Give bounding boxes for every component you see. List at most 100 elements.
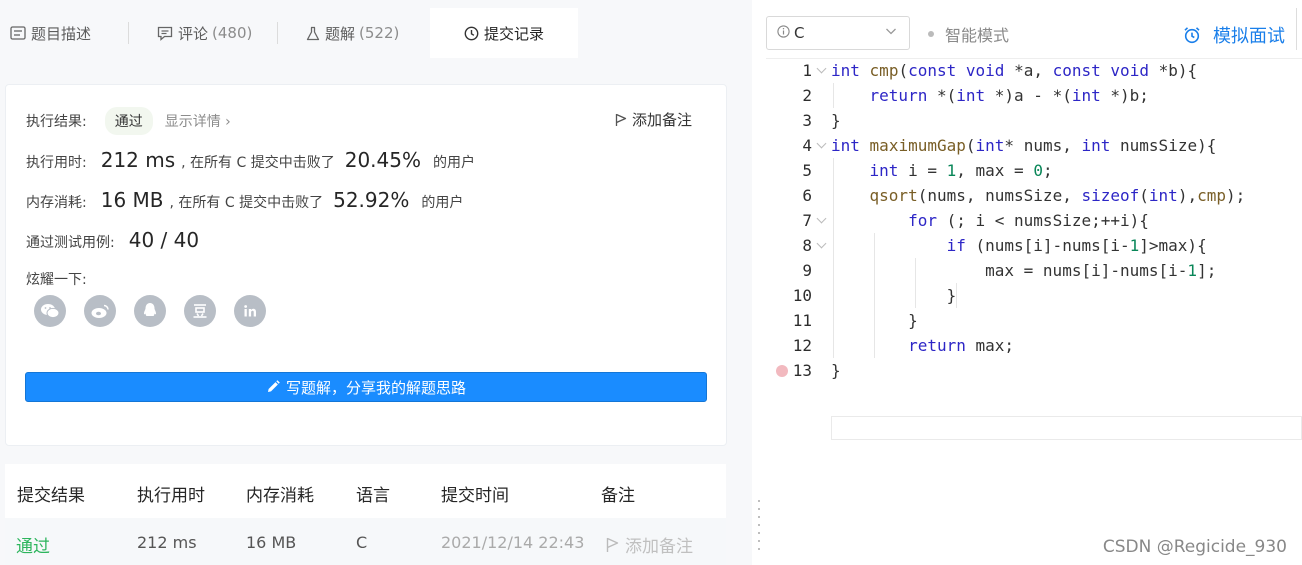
code-text: if (nums[i]-nums[i-1]>max){ — [946, 236, 1207, 255]
submission-language: C — [356, 533, 368, 552]
share-label: 炫耀一下: — [26, 272, 87, 288]
language-value: C — [794, 24, 805, 42]
write-solution-label: 写题解，分享我的解题思路 — [285, 378, 466, 397]
smart-mode-toggle[interactable]: 智能模式 — [928, 22, 1009, 46]
clock-icon — [464, 26, 479, 41]
watermark: CSDN @Regicide_930 — [1102, 537, 1287, 557]
testcases-label: 通过测试用例: — [26, 235, 115, 251]
runtime-row: 执行用时: 212 ms , 在所有 C 提交中击败了 20.45% 的用户 — [26, 148, 475, 172]
memory-percent: 52.92% — [333, 188, 410, 212]
weibo-icon[interactable] — [84, 295, 116, 327]
douban-icon[interactable] — [184, 295, 216, 327]
tab-label: 题目描述 — [31, 24, 92, 43]
line-number: 5 — [802, 161, 812, 180]
memory-text: , 在所有 C 提交中击败了 — [169, 195, 324, 211]
submission-add-note-button[interactable]: 添加备注 — [606, 532, 693, 557]
tab-comments[interactable]: 评论 (480) — [157, 8, 277, 58]
line-number: 8 — [802, 236, 812, 255]
tab-submissions[interactable]: 提交记录 — [430, 8, 578, 58]
column-header: 执行用时 — [137, 486, 205, 506]
code-line: 12 return max; — [766, 333, 1302, 358]
write-solution-button[interactable]: 写题解，分享我的解题思路 — [25, 372, 707, 402]
code-text: } — [831, 311, 918, 330]
description-icon — [10, 26, 26, 40]
line-number: 3 — [802, 111, 812, 130]
tab-description[interactable]: 题目描述 — [10, 8, 128, 58]
line-number: 13 — [792, 361, 812, 380]
code-text: } — [831, 286, 957, 305]
tab-count: (480) — [212, 24, 253, 42]
flag-icon — [606, 537, 619, 552]
column-header: 语言 — [356, 486, 390, 506]
runtime-label: 执行用时: — [26, 155, 87, 171]
pencil-icon — [267, 380, 280, 392]
line-number: 12 — [792, 336, 812, 355]
testcases-value: 40 / 40 — [128, 228, 200, 252]
column-header: 提交结果 — [17, 486, 85, 506]
tab-solutions[interactable]: 题解 (522) — [306, 8, 426, 58]
result-card: 执行结果: 通过 显示详情 › 添加备注 执行用时: 212 ms , 在所有 … — [5, 84, 727, 446]
fold-icon[interactable] — [816, 238, 827, 249]
smart-mode-label: 智能模式 — [945, 26, 1010, 45]
linkedin-icon[interactable] — [234, 295, 266, 327]
status-row: 执行结果: 通过 显示详情 › — [26, 107, 231, 135]
fold-icon[interactable] — [816, 63, 827, 74]
editor-toolbar: C 智能模式 模拟面试 — [766, 0, 1302, 59]
active-line-highlight — [831, 416, 1302, 440]
handle-dot — [758, 516, 760, 518]
wechat-icon[interactable] — [34, 295, 66, 327]
submission-result-link[interactable]: 通过 — [16, 532, 50, 557]
memory-row: 内存消耗: 16 MB , 在所有 C 提交中击败了 52.92% 的用户 — [26, 188, 463, 212]
pane-resize-handle[interactable] — [752, 0, 766, 565]
line-number: 9 — [802, 261, 812, 280]
left-pane: 题目描述 评论 (480) 题解 (522) 提交记录 执行结果: 通过 显示详… — [0, 0, 752, 565]
submission-runtime: 212 ms — [137, 533, 197, 552]
show-details-link[interactable]: 显示详情 › — [165, 111, 231, 131]
code-text: qsort(nums, numsSize, sizeof(int),cmp); — [869, 186, 1246, 205]
testcases-row: 通过测试用例: 40 / 40 — [26, 228, 199, 252]
handle-dot — [758, 500, 760, 502]
memory-suffix: 的用户 — [421, 195, 464, 211]
submission-note-label: 添加备注 — [625, 537, 693, 557]
tab-label: 题解 — [325, 24, 356, 43]
tab-label: 评论 — [178, 24, 209, 43]
line-number: 1 — [802, 61, 812, 80]
memory-label: 内存消耗: — [26, 195, 87, 211]
toolbar-edge — [1296, 8, 1297, 50]
table-row[interactable]: 通过 212 ms 16 MB C 2021/12/14 22:43 添加备注 — [5, 518, 726, 565]
line-number: 7 — [802, 211, 812, 230]
line-number: 10 — [792, 286, 812, 305]
column-header: 备注 — [601, 486, 635, 506]
editor-pane: C 智能模式 模拟面试 1 int cmp(const void *a, con… — [766, 0, 1302, 565]
fold-icon[interactable] — [816, 213, 827, 224]
tab-divider — [277, 22, 278, 44]
runtime-suffix: 的用户 — [433, 155, 475, 171]
add-note-label: 添加备注 — [631, 111, 692, 129]
comment-icon — [157, 26, 173, 41]
code-text: return max; — [908, 336, 1015, 355]
code-editor[interactable]: 1 int cmp(const void *a, const void *b){… — [766, 58, 1302, 565]
handle-dot — [758, 548, 760, 550]
column-header: 提交时间 — [441, 486, 509, 506]
line-number: 2 — [802, 86, 812, 105]
memory-value: 16 MB — [100, 188, 164, 212]
column-header: 内存消耗 — [246, 486, 314, 506]
mock-interview-button[interactable]: 模拟面试 — [1183, 22, 1285, 48]
code-text: return *(int *)a - *(int *)b; — [869, 86, 1149, 105]
handle-dot — [758, 532, 760, 534]
fold-icon[interactable] — [816, 138, 827, 149]
alarm-clock-icon — [1184, 27, 1200, 44]
code-line: 11 } — [766, 308, 1302, 333]
code-line: 7 for (; i < numsSize;++i){ — [766, 208, 1302, 233]
line-number: 4 — [802, 136, 812, 155]
language-select[interactable]: C — [766, 16, 910, 50]
qq-icon[interactable] — [134, 295, 166, 327]
tab-divider — [128, 22, 129, 44]
handle-dot — [758, 508, 760, 510]
code-line: 6 qsort(nums, numsSize, sizeof(int),cmp)… — [766, 183, 1302, 208]
mock-interview-label: 模拟面试 — [1213, 26, 1285, 47]
chevron-down-icon — [885, 23, 897, 42]
handle-dot — [758, 540, 760, 542]
add-note-button[interactable]: 添加备注 — [615, 109, 692, 130]
code-line: 8 if (nums[i]-nums[i-1]>max){ — [766, 233, 1302, 258]
